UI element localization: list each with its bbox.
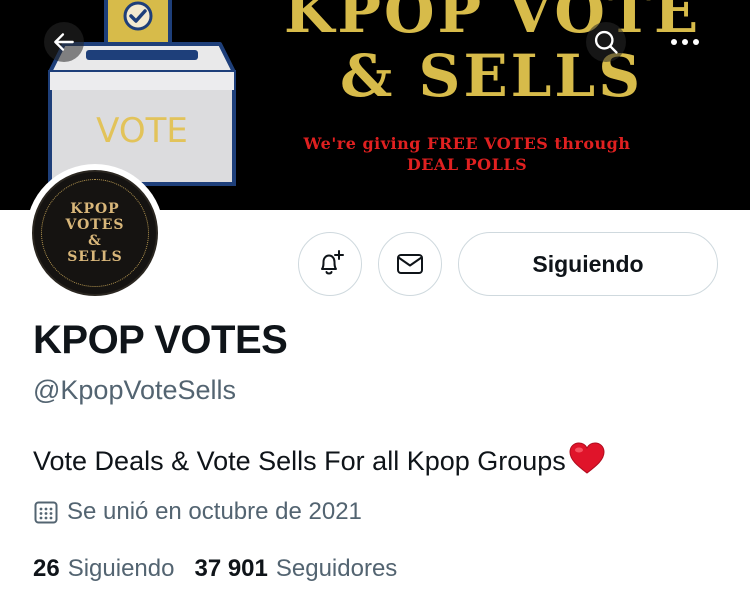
following-count: 26	[33, 555, 60, 582]
search-icon	[594, 30, 618, 54]
ballot-box-label: VOTE	[96, 111, 188, 151]
avatar-line3: &	[88, 233, 102, 249]
notifications-button[interactable]	[298, 232, 362, 296]
profile-joined-date: Se unió en octubre de 2021	[33, 498, 362, 526]
profile-name: KPOP VOTES	[33, 318, 288, 362]
message-button[interactable]	[378, 232, 442, 296]
banner-title-line1: KPOP VOTE	[284, 0, 702, 46]
arrow-left-icon	[54, 33, 74, 51]
followers-count: 37 901	[194, 555, 268, 582]
following-button[interactable]: Siguiendo	[458, 232, 718, 296]
profile-bio-text: Vote Deals & Vote Sells For all Kpop Gro…	[33, 446, 566, 476]
following-count-link[interactable]: 26 Siguiendo	[33, 555, 174, 583]
avatar-line4: SELLS	[67, 249, 123, 265]
calendar-icon	[33, 499, 59, 525]
following-label: Siguiendo	[67, 555, 175, 582]
more-horizontal-icon	[671, 39, 699, 45]
profile-handle: @KpopVoteSells	[33, 375, 237, 405]
more-options-button[interactable]	[665, 22, 705, 62]
avatar-line1: KPOP	[70, 201, 120, 217]
avatar-line2: VOTES	[65, 217, 125, 233]
search-button[interactable]	[586, 22, 626, 62]
back-button[interactable]	[44, 22, 84, 62]
red-heart-icon	[568, 441, 606, 482]
banner-subtitle-line1: We're giving FREE VOTES through	[303, 134, 631, 153]
followers-count-link[interactable]: 37 901 Seguidores	[194, 555, 397, 583]
bell-plus-icon	[321, 250, 344, 275]
banner-subtitle: We're giving FREE VOTES through DEAL POL…	[268, 133, 666, 175]
profile-bio: Vote Deals & Vote Sells For all Kpop Gro…	[33, 441, 606, 482]
joined-text: Se unió en octubre de 2021	[67, 498, 362, 525]
profile-stats: 26 Siguiendo 37 901 Seguidores	[33, 555, 397, 583]
profile-avatar[interactable]: KPOP VOTES & SELLS	[26, 164, 164, 302]
followers-label: Seguidores	[275, 555, 398, 582]
avatar-image: KPOP VOTES & SELLS	[32, 170, 158, 296]
banner-subtitle-line2: DEAL POLLS	[406, 155, 528, 174]
envelope-icon	[397, 254, 423, 274]
avatar-logo-text: KPOP VOTES & SELLS	[65, 201, 124, 265]
